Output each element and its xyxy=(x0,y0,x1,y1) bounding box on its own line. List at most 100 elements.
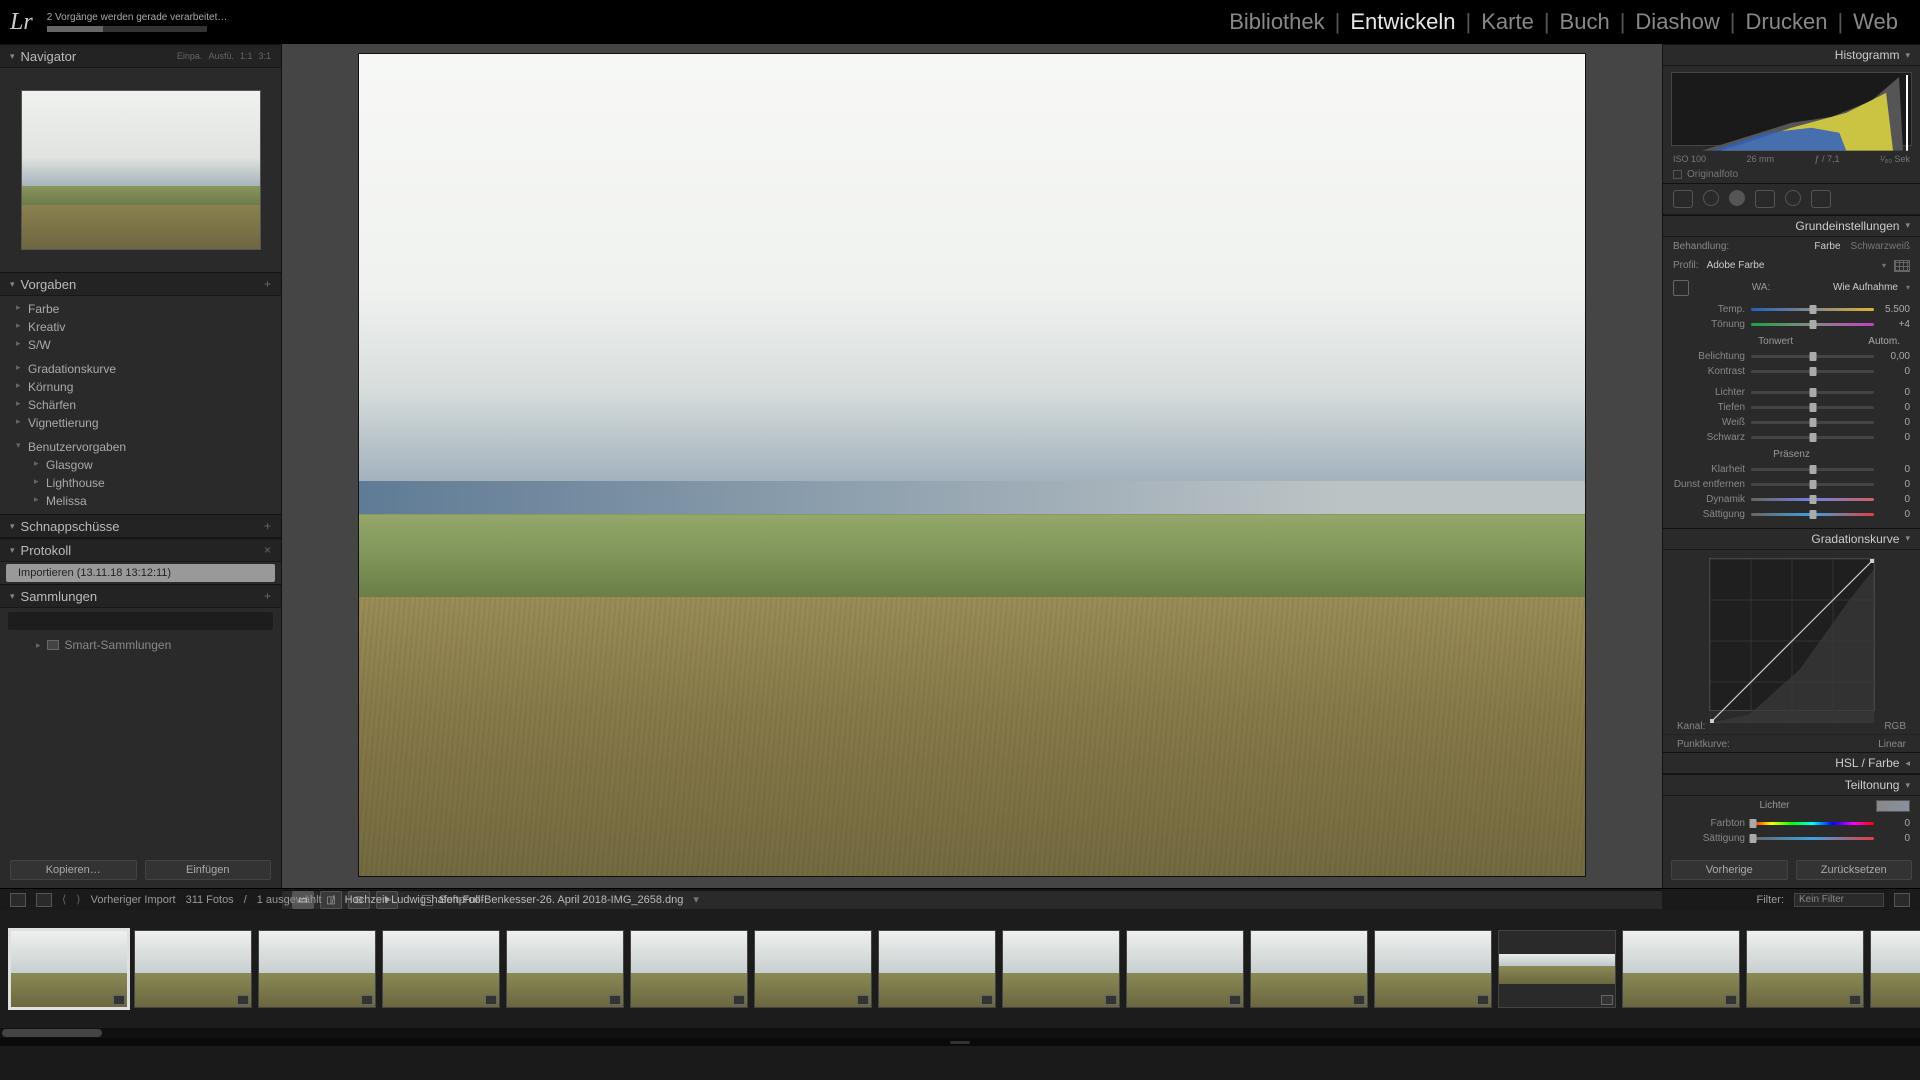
collection-filter[interactable] xyxy=(8,612,273,630)
previous-button[interactable]: Vorherige xyxy=(1671,860,1788,880)
preset-group[interactable]: Gradationskurve xyxy=(0,360,281,378)
filmstrip-thumb[interactable] xyxy=(10,930,128,1008)
source-label[interactable]: Vorheriger Import xyxy=(91,894,176,906)
module-diashow[interactable]: Diashow xyxy=(1625,9,1729,35)
blacks-slider[interactable] xyxy=(1751,436,1874,439)
filmstrip-thumb[interactable] xyxy=(258,930,376,1008)
whites-slider[interactable] xyxy=(1751,421,1874,424)
filmstrip-thumb[interactable] xyxy=(506,930,624,1008)
nav-zoom-3-1[interactable]: 3:1 xyxy=(258,51,271,61)
tonecurve-header[interactable]: Gradationskurve▾ xyxy=(1663,528,1920,550)
preset-group[interactable]: S/W xyxy=(0,336,281,354)
temp-slider[interactable] xyxy=(1751,308,1874,311)
module-drucken[interactable]: Drucken xyxy=(1736,9,1838,35)
filmstrip-scrollbar[interactable] xyxy=(0,1028,1920,1038)
original-checkbox[interactable] xyxy=(1673,170,1682,179)
auto-tone-button[interactable]: Autom. xyxy=(1868,336,1900,347)
redeye-tool-icon[interactable] xyxy=(1729,190,1745,206)
paste-button[interactable]: Einfügen xyxy=(145,860,272,880)
filmstrip-thumb[interactable] xyxy=(630,930,748,1008)
filmstrip-thumb[interactable] xyxy=(1622,930,1740,1008)
histogram[interactable] xyxy=(1671,72,1912,146)
profile-browser-icon[interactable] xyxy=(1894,260,1910,272)
nav-zoom-1-1[interactable]: 1:1 xyxy=(240,51,253,61)
preset-group[interactable]: Farbe xyxy=(0,300,281,318)
snapshots-header[interactable]: ▾Schnappschüsse + xyxy=(0,514,281,538)
curve-channel-select[interactable]: RGB xyxy=(1884,721,1906,732)
history-header[interactable]: ▾Protokoll × xyxy=(0,538,281,562)
user-preset-item[interactable]: Glasgow xyxy=(0,456,281,474)
history-entry[interactable]: Importieren (13.11.18 13:12:11) xyxy=(6,564,275,582)
contrast-slider[interactable] xyxy=(1751,370,1874,373)
crop-tool-icon[interactable] xyxy=(1673,190,1693,208)
filmstrip-thumb[interactable] xyxy=(1002,930,1120,1008)
module-web[interactable]: Web xyxy=(1843,9,1908,35)
exposure-slider[interactable] xyxy=(1751,355,1874,358)
vibrance-slider[interactable] xyxy=(1751,498,1874,501)
treatment-color[interactable]: Farbe xyxy=(1814,241,1840,252)
filmstrip-thumb[interactable] xyxy=(134,930,252,1008)
module-karte[interactable]: Karte xyxy=(1471,9,1544,35)
profile-select[interactable]: Adobe Farbe xyxy=(1707,260,1874,271)
module-bibliothek[interactable]: Bibliothek xyxy=(1219,9,1334,35)
filmstrip-thumb[interactable] xyxy=(1746,930,1864,1008)
add-collection-icon[interactable]: + xyxy=(264,589,271,603)
brush-tool-icon[interactable] xyxy=(1811,190,1831,208)
filmstrip-thumb[interactable] xyxy=(1870,930,1920,1008)
copy-button[interactable]: Kopieren… xyxy=(10,860,137,880)
navigator-header[interactable]: ▾ Navigator Einpa. Ausfü. 1:1 3:1 xyxy=(0,44,281,68)
clarity-slider[interactable] xyxy=(1751,468,1874,471)
splittone-header[interactable]: Teiltonung▾ xyxy=(1663,774,1920,796)
nav-zoom-fill[interactable]: Ausfü. xyxy=(208,51,234,61)
filter-select[interactable]: Kein Filter xyxy=(1794,893,1884,907)
tone-curve[interactable] xyxy=(1709,558,1875,711)
user-preset-item[interactable]: Melissa xyxy=(0,492,281,510)
filmstrip-thumb[interactable] xyxy=(1498,930,1616,1008)
clear-history-icon[interactable]: × xyxy=(264,543,271,557)
filmstrip-thumb[interactable] xyxy=(1250,930,1368,1008)
spot-tool-icon[interactable] xyxy=(1703,190,1719,206)
user-preset-item[interactable]: Lighthouse xyxy=(0,474,281,492)
split-swatch[interactable] xyxy=(1876,800,1910,812)
original-photo-row[interactable]: Originalfoto xyxy=(1663,166,1920,183)
dehaze-slider[interactable] xyxy=(1751,483,1874,486)
filmstrip-thumb[interactable] xyxy=(754,930,872,1008)
highlights-slider[interactable] xyxy=(1751,391,1874,394)
filter-lock-icon[interactable] xyxy=(1894,893,1910,907)
presets-header[interactable]: ▾Vorgaben + xyxy=(0,272,281,296)
filmstrip-thumb[interactable] xyxy=(1374,930,1492,1008)
second-monitor-icon[interactable] xyxy=(10,893,26,907)
pointcurve-select[interactable]: Linear xyxy=(1878,739,1906,750)
navigator-preview[interactable] xyxy=(0,68,281,272)
wb-select[interactable]: Wie Aufnahme xyxy=(1833,282,1898,293)
add-snapshot-icon[interactable]: + xyxy=(264,519,271,533)
reset-button[interactable]: Zurücksetzen xyxy=(1796,860,1913,880)
filmstrip-thumb[interactable] xyxy=(382,930,500,1008)
bottom-grip[interactable] xyxy=(0,1038,1920,1046)
collections-header[interactable]: ▾Sammlungen + xyxy=(0,584,281,608)
module-entwickeln[interactable]: Entwickeln xyxy=(1340,9,1465,35)
grid-view-icon[interactable] xyxy=(36,893,52,907)
basic-header[interactable]: Grundeinstellungen▾ xyxy=(1663,215,1920,237)
gradient-tool-icon[interactable] xyxy=(1755,190,1775,208)
preset-group[interactable]: Kreativ xyxy=(0,318,281,336)
filmstrip[interactable] xyxy=(0,910,1920,1028)
smart-collections-item[interactable]: ▸ Smart-Sammlungen xyxy=(0,634,281,656)
user-presets-group[interactable]: Benutzervorgaben xyxy=(0,438,281,456)
shadows-slider[interactable] xyxy=(1751,406,1874,409)
wb-eyedropper-icon[interactable] xyxy=(1673,280,1689,296)
nav-zoom-fit[interactable]: Einpa. xyxy=(177,51,203,61)
hsl-header[interactable]: HSL / Farbe◂ xyxy=(1663,752,1920,774)
preset-group[interactable]: Schärfen xyxy=(0,396,281,414)
saturation-slider[interactable] xyxy=(1751,513,1874,516)
split-hue-slider[interactable] xyxy=(1751,822,1874,825)
add-preset-icon[interactable]: + xyxy=(264,277,271,291)
module-buch[interactable]: Buch xyxy=(1550,9,1620,35)
preset-group[interactable]: Körnung xyxy=(0,378,281,396)
preset-group[interactable]: Vignettierung xyxy=(0,414,281,432)
treatment-bw[interactable]: Schwarzweiß xyxy=(1851,241,1910,252)
radial-tool-icon[interactable] xyxy=(1785,190,1801,206)
image-stage[interactable] xyxy=(282,44,1662,890)
histogram-header[interactable]: Histogramm▾ xyxy=(1663,44,1920,66)
filmstrip-thumb[interactable] xyxy=(878,930,996,1008)
